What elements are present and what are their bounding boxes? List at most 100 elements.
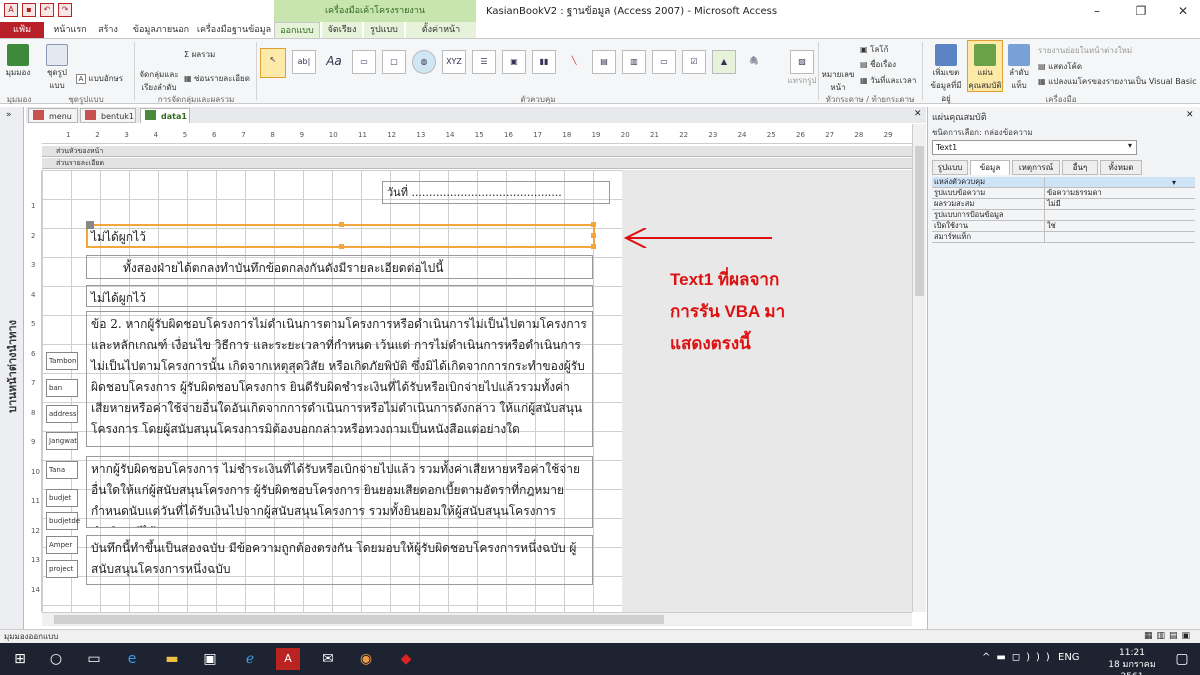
edge-browser-icon[interactable]: e <box>120 648 144 670</box>
tab-home[interactable]: หน้าแรก <box>50 22 90 38</box>
tab-format[interactable]: รูปแบบ <box>364 22 404 38</box>
clock[interactable]: 11:21 18 มกราคม 2561 <box>1102 647 1162 675</box>
web-browser-control-icon[interactable]: XYZ <box>442 50 466 74</box>
close-button[interactable]: ✕ <box>1168 2 1198 20</box>
attachment-control-icon[interactable]: 🖇 <box>742 50 766 74</box>
field-label-budjet[interactable]: budjet <box>46 489 78 507</box>
clause-2-textbox[interactable]: ข้อ 2. หากผู้รับผิดชอบโครงการไม่ดำเนินกา… <box>86 311 593 447</box>
property-value[interactable] <box>1045 232 1195 242</box>
tab-design[interactable]: ออกแบบ <box>274 22 320 38</box>
field-label-project[interactable]: project <box>46 560 78 578</box>
tab-file[interactable]: แฟ้ม <box>0 22 44 39</box>
field-label-jangwat[interactable]: Jangwat <box>46 432 78 450</box>
group-sort-button[interactable]: จัดกลุ่มและเรียงลำดับ <box>138 68 180 94</box>
option-group-icon[interactable]: ▣ <box>502 50 526 74</box>
field-label-tambon[interactable]: Tambon <box>46 352 78 370</box>
tab-arrange[interactable]: จัดเรียง <box>322 22 362 38</box>
views-button[interactable]: มุมมอง <box>4 44 32 79</box>
unbound-textbox[interactable]: ไม่ได้ผูกไว้ <box>86 285 593 307</box>
closing-textbox[interactable]: บันทึกนี้ทำขึ้นเป็นสองฉบับ มีข้อความถูกต… <box>86 535 593 585</box>
horizontal-scrollbar[interactable] <box>42 612 912 626</box>
line-control-icon[interactable]: ╲ <box>562 50 586 74</box>
resize-handle[interactable] <box>339 244 344 249</box>
section-page-header[interactable]: ส่วนหัวของหน้า <box>42 146 912 157</box>
prop-tab-event[interactable]: เหตุการณ์ <box>1012 160 1060 175</box>
property-value[interactable]: ข้อความธรรมดา <box>1045 188 1195 198</box>
close-document-icon[interactable]: ✕ <box>914 109 922 119</box>
prop-tab-data[interactable]: ข้อมูล <box>970 160 1010 175</box>
navigation-control-icon[interactable]: ☰ <box>472 50 496 74</box>
horizontal-scroll-thumb[interactable] <box>54 615 664 624</box>
textbox-control-icon[interactable]: ab| <box>292 50 316 74</box>
logo-button[interactable]: ▣ โลโก้ <box>860 43 916 56</box>
section-detail[interactable]: ส่วนรายละเอียด <box>42 158 912 169</box>
clause-payment-textbox[interactable]: หากผู้รับผิดชอบโครงการ ไม่ชำระเงินที่ได้… <box>86 456 593 528</box>
windows-start-icon[interactable]: ⊞ <box>8 648 32 670</box>
property-row[interactable]: รูปแบบข้อความ ข้อความธรรมดา <box>932 188 1195 199</box>
task-view-icon[interactable]: ▭ <box>82 648 106 670</box>
prop-tab-format[interactable]: รูปแบบ <box>932 160 968 175</box>
system-tray-icons[interactable]: ^▬◻))) <box>982 652 1056 663</box>
store-icon[interactable]: ▣ <box>198 648 222 670</box>
property-value[interactable] <box>1045 210 1195 220</box>
object-selector[interactable]: Text1 <box>932 140 1137 155</box>
property-sheet-button[interactable]: แผ่นคุณสมบัติ <box>967 40 1003 92</box>
prop-tab-other[interactable]: อื่นๆ <box>1062 160 1098 175</box>
toggle-button-icon[interactable]: ▤ <box>592 50 616 74</box>
hide-details-button[interactable]: ▦ ซ่อนรายละเอียด <box>184 72 254 85</box>
tab-order-button[interactable]: ลำดับแท็บ <box>1004 44 1034 92</box>
date-time-button[interactable]: ▦ วันที่และเวลา <box>860 74 920 87</box>
subreport-new-window-button[interactable]: รายงานย่อยในหน้าต่างใหม่ <box>1038 44 1198 57</box>
title-button[interactable]: ▤ ชื่อเรื่อง <box>860 58 916 71</box>
view-switcher-icons[interactable]: ▦▥▤▣ <box>1144 631 1194 641</box>
property-value[interactable]: ใช่ <box>1045 221 1195 231</box>
field-label-ban[interactable]: ban <box>46 379 78 397</box>
field-label-amper[interactable]: Amper <box>46 536 78 554</box>
rectangle-control-icon[interactable]: ▭ <box>652 50 676 74</box>
chart-control-icon[interactable]: ▮▮ <box>532 50 556 74</box>
search-icon[interactable]: ○ <box>44 648 68 670</box>
property-row[interactable]: แหล่งตัวควบคุม <box>932 177 1195 188</box>
tab-create[interactable]: สร้าง <box>92 22 124 38</box>
field-label-address[interactable]: address <box>46 405 78 423</box>
save-icon[interactable]: ▪ <box>22 3 36 17</box>
date-textbox[interactable]: วันที่ .................................… <box>382 181 610 204</box>
tab-page-setup[interactable]: ตั้งค่าหน้ากระดาษ <box>406 22 476 51</box>
chrome-icon[interactable]: ◉ <box>354 648 378 670</box>
field-label-tana[interactable]: Tana <box>46 461 78 479</box>
vertical-scroll-thumb[interactable] <box>915 146 924 296</box>
image-control-icon[interactable]: ▲ <box>712 50 736 74</box>
button-control-icon[interactable]: ▭ <box>352 50 376 74</box>
property-row[interactable]: สมาร์ทแท็ก <box>932 232 1195 243</box>
property-dropdown-icon[interactable]: ▾ <box>1172 178 1176 187</box>
internet-explorer-icon[interactable]: ℯ <box>238 648 262 670</box>
maximize-button[interactable]: ❐ <box>1126 2 1156 20</box>
insert-image-icon[interactable]: ▨ <box>790 50 814 74</box>
hyperlink-control-icon[interactable]: ◍ <box>412 50 436 74</box>
fonts-button[interactable]: A แบบอักษร <box>76 72 126 85</box>
convert-macros-button[interactable]: ▦ แปลงแมโครของรายงานเป็น Visual Basic <box>1038 75 1198 88</box>
property-sheet-close-icon[interactable]: ✕ <box>1186 110 1194 120</box>
checkbox-control-icon[interactable]: ☑ <box>682 50 706 74</box>
property-row[interactable]: เปิดใช้งาน ใช่ <box>932 221 1195 232</box>
access-taskbar-icon[interactable]: A <box>276 648 300 670</box>
chevron-down-icon[interactable]: ▾ <box>1124 141 1136 154</box>
resize-handle[interactable] <box>591 244 596 249</box>
notifications-icon[interactable]: ▢ <box>1170 648 1194 670</box>
minimize-button[interactable]: – <box>1082 2 1112 20</box>
app-icon[interactable]: ◆ <box>394 648 418 670</box>
redo-icon[interactable]: ↷ <box>58 3 72 17</box>
vertical-scrollbar[interactable] <box>912 124 926 612</box>
resize-handle[interactable] <box>339 222 344 227</box>
resize-handle[interactable] <box>591 222 596 227</box>
view-code-button[interactable]: ▤ แสดงโค้ด <box>1038 60 1198 73</box>
property-value[interactable]: ไม่มี <box>1045 199 1195 209</box>
file-explorer-icon[interactable]: ▬ <box>160 648 184 670</box>
agreement-textbox[interactable]: ทั้งสองฝ่ายได้ตกลงทำบันทึกข้อตกลงกันดังม… <box>86 255 593 279</box>
label-control-icon[interactable]: Aa <box>322 50 346 74</box>
field-label-budjetde[interactable]: budjetde <box>46 512 80 530</box>
list-box-icon[interactable]: ▥ <box>622 50 646 74</box>
themes-button[interactable]: ชุดรูปแบบ <box>40 44 74 92</box>
nav-expand-icon[interactable]: » <box>6 110 12 120</box>
move-handle[interactable] <box>86 221 94 229</box>
